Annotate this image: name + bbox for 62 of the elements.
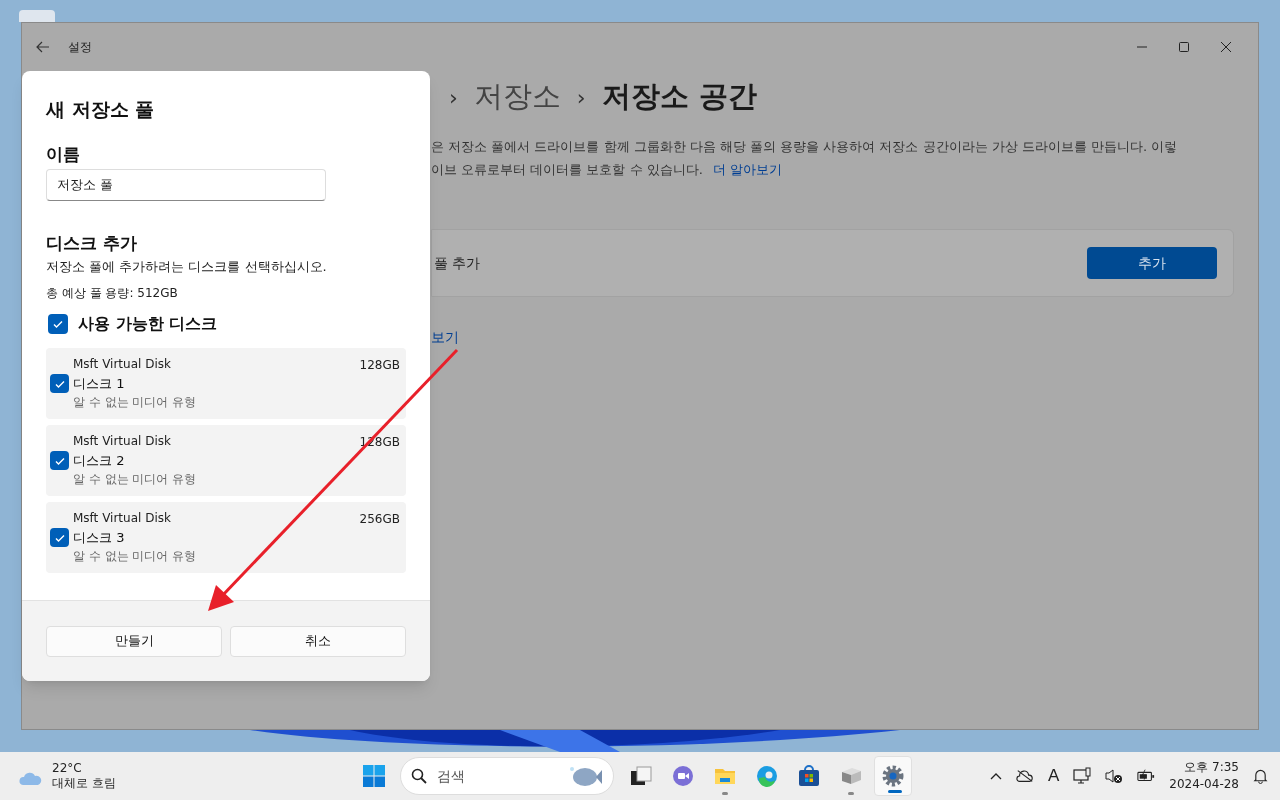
section-hint: 저장소 풀에 추가하려는 디스크를 선택하십시오.	[46, 257, 328, 276]
clock-time[interactable]: 오후 7:35	[1184, 759, 1239, 776]
description-text: 은 저장소 풀에서 드라이브를 함께 그룹화한 다음 해당 풀의 용량을 사용하여 저장소 공간이라는 가상 드라이브를 만듭니다. 이렇	[431, 138, 1178, 156]
task-view-icon[interactable]	[629, 764, 653, 788]
search-bar[interactable]: 검색	[400, 757, 614, 795]
input-method-indicator[interactable]: A	[1047, 763, 1060, 789]
dialog-button[interactable]: 만들기	[46, 625, 222, 657]
disk-size: 128GB	[359, 357, 400, 374]
dialog-button[interactable]: 취소	[230, 625, 406, 657]
cloud-off-icon[interactable]	[1015, 769, 1034, 783]
breadcrumb-separator: ›	[576, 83, 586, 112]
checkmark-icon	[52, 318, 64, 330]
disk-name: 디스크 3	[73, 529, 126, 547]
checkbox[interactable]	[48, 314, 68, 334]
browser-icon[interactable]	[755, 764, 779, 788]
network-icon[interactable]	[1073, 767, 1092, 785]
checkbox[interactable]	[50, 528, 69, 547]
more-link[interactable]: 보기	[431, 327, 459, 348]
bell-icon[interactable]	[1253, 768, 1268, 784]
section-title: 디스크 추가	[46, 232, 138, 255]
disk-model: Msft Virtual Disk	[73, 433, 172, 450]
disk-model: Msft Virtual Disk	[73, 356, 172, 373]
field-label: 이름	[46, 142, 81, 166]
temperature-text: 22°C	[52, 761, 83, 776]
video-chat-icon[interactable]	[671, 764, 695, 788]
disk-item[interactable]: Msft Virtual Disk 디스크 1 알 수 없는 미디어 유형 128GB	[46, 348, 406, 419]
chevron-up-icon[interactable]	[989, 772, 1002, 780]
fish-icon	[567, 764, 603, 788]
dialog-title: 새 저장소 풀	[46, 97, 156, 122]
media-type: 알 수 없는 미디어 유형	[73, 548, 198, 565]
capacity-text: 총 예상 풀 용량: 512GB	[46, 285, 179, 302]
description-text: 이브 오류로부터 데이터를 보호할 수 있습니다.	[431, 161, 703, 179]
speaker-muted-icon[interactable]	[1105, 768, 1124, 784]
start-icon[interactable]	[362, 764, 386, 788]
media-type: 알 수 없는 미디어 유형	[73, 394, 198, 411]
breadcrumb-item: 저장소 공간	[601, 78, 757, 116]
media-type: 알 수 없는 미디어 유형	[73, 471, 198, 488]
checkbox[interactable]	[50, 374, 69, 393]
close-icon[interactable]	[1220, 41, 1232, 53]
window-title: 설정	[68, 39, 92, 56]
checkbox[interactable]	[50, 451, 69, 470]
disk-name: 디스크 1	[73, 375, 126, 393]
disk-name: 디스크 2	[73, 452, 126, 470]
settings-icon[interactable]	[881, 764, 905, 788]
group-label: 사용 가능한 디스크	[78, 313, 218, 335]
name-field[interactable]: 저장소 풀	[46, 169, 326, 201]
breadcrumb-item[interactable]: 저장소	[473, 75, 561, 119]
back-arrow-icon[interactable]	[36, 41, 50, 53]
disk-item[interactable]: Msft Virtual Disk 디스크 3 알 수 없는 미디어 유형 256GB	[46, 502, 406, 573]
store-icon[interactable]	[797, 764, 821, 788]
learn-more-link[interactable]: 더 알아보기	[712, 158, 782, 181]
disk-model: Msft Virtual Disk	[73, 510, 172, 527]
search-icon	[411, 768, 427, 784]
disk-size: 256GB	[359, 511, 400, 528]
weather-text: 대체로 흐림	[52, 776, 116, 791]
breadcrumb-separator: ›	[449, 83, 458, 112]
search-field[interactable]: 검색	[437, 765, 557, 787]
battery-charging-icon[interactable]	[1137, 769, 1156, 783]
card-label: 풀 추가	[434, 253, 481, 273]
maximize-icon[interactable]	[1178, 41, 1190, 53]
add-button[interactable]: 추가	[1087, 247, 1217, 279]
clock-date[interactable]: 2024-04-28	[1169, 776, 1239, 793]
